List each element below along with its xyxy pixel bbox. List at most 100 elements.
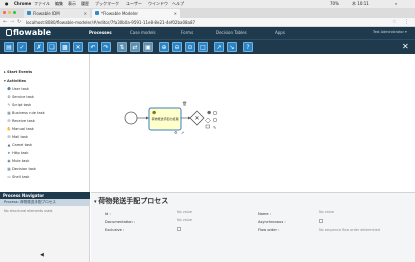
palette-item-receive-task[interactable]: ✉ Receive task [6,119,34,123]
browser-menu-icon[interactable]: ⋮ [404,19,409,25]
zoom-in-icon[interactable]: ⊕ [159,42,169,52]
navigator-process-label: Process: 荷物発送手配プロセス [4,200,56,204]
forward-icon[interactable]: → [10,19,14,25]
bendpoint-remove-icon[interactable]: ↘ [227,42,237,52]
menu-user[interactable]: ユーザー [126,1,142,7]
navigator-empty-text: No structural elements used. [4,209,54,213]
zoom-actual-icon[interactable]: ⊙ [185,42,195,52]
zoom-fit-icon[interactable]: □ [198,42,208,52]
reload-icon[interactable]: ↻ [17,19,21,25]
palette-item-business-rule-task[interactable]: ▦Business rule task [6,111,44,115]
menu-view[interactable]: 表示 [68,1,76,7]
window-close-icon[interactable] [3,11,6,14]
palette-group-start-events[interactable]: ▸ Start Events [4,70,32,74]
prop-label-id: Id : [105,212,111,216]
nav-processes[interactable]: Processes [89,30,112,35]
palette-item-manual-task[interactable]: ✋Manual task [6,127,34,131]
user-menu[interactable]: Test Administrator ▾ [373,30,407,34]
palette-item-camel-task[interactable]: ▲ Camel task [6,143,33,147]
paste-icon[interactable]: ▩ [60,42,70,52]
tab-close-icon[interactable]: ✕ [174,11,177,16]
bendpoint-add-icon[interactable]: ↗ [214,42,224,52]
menu-file[interactable]: ファイル [34,1,50,7]
window-zoom-icon[interactable] [13,11,16,14]
address-bar: ← → ↻ localhost:8080/flowable-modeler/#/… [0,18,415,27]
quick-connect-icon[interactable]: ➚ [181,130,184,135]
menu-edit[interactable]: 編集 [55,1,63,7]
flowable-favicon-icon [95,11,99,15]
tab-flowable-modeler[interactable]: *Flowable Modeler ✕ [92,9,180,18]
nav-apps[interactable]: Apps [275,30,285,35]
tab-title: Flowable IDM [33,11,60,16]
palette-group-activities[interactable]: ▾ Activities [4,79,26,83]
quick-intermediate-event-icon[interactable] [212,117,218,123]
prop-value-name[interactable]: No value [319,210,334,214]
task-label: 荷物発送手配の処理 [151,116,178,121]
prop-value-id[interactable]: No value [177,210,192,214]
tab-close-icon[interactable]: ✕ [84,11,87,16]
tab-title: *Flowable Modeler [101,11,139,16]
window-minimize-icon[interactable] [8,11,11,14]
validate-icon[interactable]: ✓ [17,42,27,52]
same-size-icon[interactable]: ▣ [143,42,153,52]
nav-case-models[interactable]: Case models [130,30,156,35]
bookmark-star-icon[interactable]: ☆ [392,19,396,25]
align-vertical-icon[interactable]: ⇅ [117,42,127,52]
menubar-clock[interactable]: 木 10:11 [352,1,369,7]
help-icon[interactable]: ? [243,42,253,52]
zoom-out-icon[interactable]: ⊖ [172,42,182,52]
nav-forms[interactable]: Forms [181,30,193,35]
apple-menu-icon[interactable]: ● [5,1,9,6]
delete-icon[interactable]: ✕ [73,42,83,52]
shape-palette: ▸ Start Events ▾ Activities ☻User task ⚙… [0,54,90,192]
palette-item-shell-task[interactable]: ▭Shell task [6,175,29,179]
quick-task-icon[interactable] [205,124,210,129]
palette-item-mail-task[interactable]: ✉ Mail task [6,135,28,139]
properties-panel: ▾ 荷物発送手配プロセス Id : No value Documentation… [91,192,415,262]
os-menubar: ● Chrome ファイル 編集 表示 履歴 ブックマーク ユーザー ウインドウ… [0,0,415,8]
quick-gateway-icon[interactable] [205,117,211,124]
palette-item-user-task[interactable]: ☻User task [6,87,29,91]
quick-end-event-icon[interactable] [212,110,218,116]
menubar-search-icon[interactable]: ⌕ [395,1,397,6]
flowable-logo[interactable]: flowable [6,28,51,37]
palette-item-service-task[interactable]: ⚙Service task [6,95,34,99]
collapse-arrow-icon[interactable]: ◀ [40,252,44,258]
copy-icon[interactable]: ❏ [47,42,57,52]
undo-icon[interactable]: ↶ [88,42,98,52]
palette-item-script-task[interactable]: ✎ Script task [6,103,31,107]
menu-chrome[interactable]: Chrome [14,1,31,6]
exclusive-checkbox[interactable] [177,227,181,231]
quick-delete-icon[interactable]: 🗑 [182,101,187,106]
nav-decision-tables[interactable]: Decision Tables [216,30,247,35]
close-editor-icon[interactable]: ✕ [402,42,409,51]
menu-bookmarks[interactable]: ブックマーク [95,1,119,7]
align-horizontal-icon[interactable]: ⇄ [130,42,140,52]
back-icon[interactable]: ← [3,19,7,25]
prop-label-exclusive: Exclusive : [105,228,125,232]
asynchronous-checkbox[interactable] [319,219,323,223]
redo-icon[interactable]: ↷ [101,42,111,52]
cut-icon[interactable]: ✗ [34,42,44,52]
quick-annotation-icon[interactable]: ✎ [213,125,216,130]
prop-value-flow-order[interactable]: No sequence flow order determined [319,228,380,232]
start-event[interactable] [124,111,138,125]
url-field[interactable]: localhost:8080/flowable-modeler/#/editor… [26,20,356,25]
save-icon[interactable]: ▤ [4,42,14,52]
properties-title[interactable]: ▾ 荷物発送手配プロセス [94,196,168,206]
palette-item-mule-task[interactable]: ◉Mule task [6,159,29,163]
navigator-process-item[interactable]: Process: 荷物発送手配プロセス [0,199,90,206]
app-header [0,27,415,39]
tab-flowable-idm[interactable]: Flowable IDM ✕ [24,9,90,18]
palette-item-http-task[interactable]: ➤ Http task [6,151,28,155]
menu-help[interactable]: ヘルプ [172,1,184,7]
menu-history[interactable]: 履歴 [81,1,89,7]
navigator-body: No structural elements used. ◀ [0,206,90,262]
prop-label-name: Name : [258,212,271,216]
menu-window[interactable]: ウインドウ [148,1,168,7]
palette-item-decision-task[interactable]: ▦Decision task [6,167,36,171]
diagram-canvas[interactable]: ☻ 荷物発送手配の処理 ✕ 🗑 ⚙ ➚ ☻ ✎ [91,54,415,192]
quick-change-type-icon[interactable]: ⚙ [174,130,178,135]
prop-value-documentation[interactable]: No value [177,218,192,222]
quick-user-task-icon[interactable]: ☻ [207,110,211,115]
